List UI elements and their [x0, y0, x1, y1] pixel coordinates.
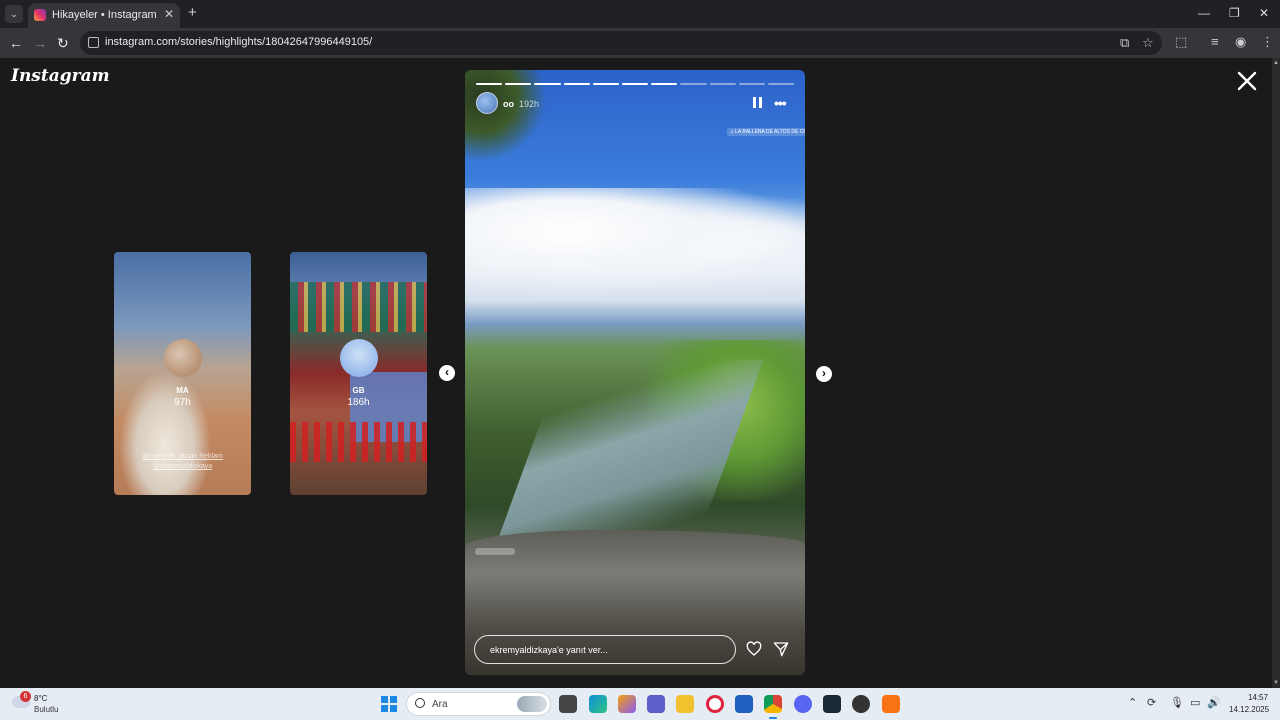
- story-time: 186h: [347, 397, 370, 408]
- copilot-icon[interactable]: [618, 695, 636, 713]
- heart-icon[interactable]: [746, 641, 762, 657]
- story-preview-ma[interactable]: MA 97h @mehmet_akcan Reklam @ekremyaldiz…: [114, 252, 251, 495]
- more-options-icon[interactable]: •••: [774, 95, 787, 111]
- progress-segment: [651, 83, 678, 85]
- browser-toolbar: ← → ↻ instagram.com/stories/highlights/1…: [0, 28, 1280, 58]
- weather-description[interactable]: Bulutlu: [34, 705, 58, 714]
- bookmark-star-icon[interactable]: ☆: [1142, 35, 1154, 51]
- edge-icon[interactable]: [589, 695, 607, 713]
- close-icon[interactable]: [1236, 70, 1258, 92]
- scrollbar[interactable]: ▲ ▼: [1272, 58, 1280, 688]
- story-username: MA: [176, 386, 189, 395]
- reading-list-icon[interactable]: ≡: [1211, 34, 1219, 50]
- restore-button[interactable]: ❐: [1229, 6, 1240, 20]
- forward-button[interactable]: →: [33, 34, 47, 52]
- story-time: 97h: [174, 397, 191, 408]
- tab-strip: ⌄ Hikayeler • Instagram ✕ + — ❐ ✕: [0, 0, 1280, 28]
- tab-title: Hikayeler • Instagram: [52, 9, 157, 21]
- profile-icon[interactable]: ◉: [1235, 34, 1246, 50]
- progress-segment: [476, 83, 503, 85]
- reply-input[interactable]: ekremyaldizkaya'e yanıt ver...: [474, 635, 736, 664]
- volume-icon[interactable]: 🔊: [1207, 697, 1221, 709]
- location-sticker[interactable]: [475, 548, 515, 555]
- chrome-icon[interactable]: [764, 695, 782, 719]
- taskbar-search[interactable]: Ara: [406, 692, 551, 716]
- microphone-icon[interactable]: 🎙: [1170, 697, 1184, 709]
- music-sticker[interactable]: ♫ LA BALLENA DE ALTOS DE CHAVÓN: [727, 128, 805, 136]
- discord-icon[interactable]: [794, 695, 812, 713]
- story-caption: @mehmet_akcan Reklam @ekremyaldizkaya: [142, 453, 223, 470]
- opera-icon[interactable]: [706, 695, 724, 713]
- stories-viewer: Instagram ▲ ▼ MA 97h @mehmet_akcan Rekla…: [0, 58, 1280, 688]
- active-tab[interactable]: Hikayeler • Instagram ✕: [28, 3, 180, 28]
- search-placeholder: Ara: [432, 699, 448, 710]
- story-username: GB: [352, 386, 365, 395]
- story-username[interactable]: oo: [503, 99, 514, 109]
- instagram-favicon-icon: [34, 9, 46, 21]
- file-explorer-icon[interactable]: [676, 695, 694, 713]
- story-thumbnail-lanterns: [290, 422, 427, 462]
- send-icon[interactable]: [773, 641, 789, 657]
- tab-search-button[interactable]: ⌄: [5, 5, 23, 23]
- clock-date[interactable]: 14.12.2025: [1229, 705, 1269, 714]
- back-button[interactable]: ←: [9, 34, 23, 52]
- story-image-clouds: [465, 188, 805, 298]
- sync-icon[interactable]: ⟳: [1147, 697, 1156, 709]
- app-icon[interactable]: [852, 695, 870, 713]
- browser-menu-icon[interactable]: ⋮: [1261, 34, 1274, 50]
- active-story[interactable]: oo 192h ••• ♫ LA BALLENA DE ALTOS DE CHA…: [465, 70, 805, 675]
- app-icon-orange[interactable]: [882, 695, 900, 713]
- progress-segment: [767, 83, 795, 85]
- pause-icon[interactable]: [753, 97, 762, 108]
- story-progress-bar: [476, 83, 795, 85]
- avatar[interactable]: [476, 92, 498, 114]
- url-text[interactable]: instagram.com/stories/highlights/1804264…: [105, 36, 372, 48]
- progress-segment: [680, 83, 707, 85]
- install-app-icon[interactable]: ⧉: [1120, 35, 1129, 51]
- search-icon: [415, 698, 425, 708]
- progress-segment: [709, 83, 736, 85]
- minimize-button[interactable]: —: [1198, 6, 1210, 20]
- progress-segment: [563, 83, 590, 85]
- story-preview-gb[interactable]: GB 186h: [290, 252, 427, 495]
- teams-icon[interactable]: [647, 695, 665, 713]
- avatar: [340, 339, 378, 377]
- scroll-up-icon[interactable]: ▲: [1273, 60, 1279, 66]
- window-close-button[interactable]: ✕: [1259, 6, 1269, 20]
- progress-segment: [592, 83, 619, 85]
- scroll-down-icon[interactable]: ▼: [1273, 680, 1279, 686]
- reload-button[interactable]: ↻: [57, 34, 69, 52]
- story-thumbnail-image: [290, 282, 427, 332]
- weather-temperature[interactable]: 8°C: [34, 694, 47, 703]
- display-icon[interactable]: ▭: [1190, 697, 1200, 709]
- progress-segment: [505, 83, 532, 85]
- store-icon[interactable]: [735, 695, 753, 713]
- tab-close-icon[interactable]: ✕: [164, 7, 174, 21]
- previous-story-button[interactable]: ‹: [439, 365, 455, 381]
- steam-icon[interactable]: [823, 695, 841, 713]
- search-highlight-image: [517, 696, 547, 712]
- windows-start-icon[interactable]: [381, 696, 397, 712]
- progress-segment: [534, 83, 561, 85]
- address-bar[interactable]: instagram.com/stories/highlights/1804264…: [80, 31, 1162, 55]
- story-time: 192h: [519, 99, 540, 109]
- reply-placeholder: ekremyaldizkaya'e yanıt ver...: [490, 645, 608, 655]
- clock-time[interactable]: 14:57: [1248, 693, 1268, 702]
- progress-segment: [738, 83, 765, 85]
- task-view-icon[interactable]: [559, 695, 577, 713]
- avatar: [164, 339, 202, 377]
- next-story-button[interactable]: ›: [816, 366, 832, 382]
- tray-overflow-icon[interactable]: ⌃: [1128, 697, 1137, 709]
- instagram-logo[interactable]: Instagram: [11, 66, 110, 86]
- taskbar: 6 8°C Bulutlu Ara ⌃ ⟳ 🎙 ▭ 🔊 14:57 14.12.…: [0, 688, 1280, 720]
- new-tab-button[interactable]: +: [188, 5, 197, 21]
- extensions-icon[interactable]: ⬚: [1175, 34, 1187, 50]
- weather-badge: 6: [20, 691, 31, 702]
- progress-segment: [621, 83, 649, 85]
- site-info-icon[interactable]: [88, 37, 99, 48]
